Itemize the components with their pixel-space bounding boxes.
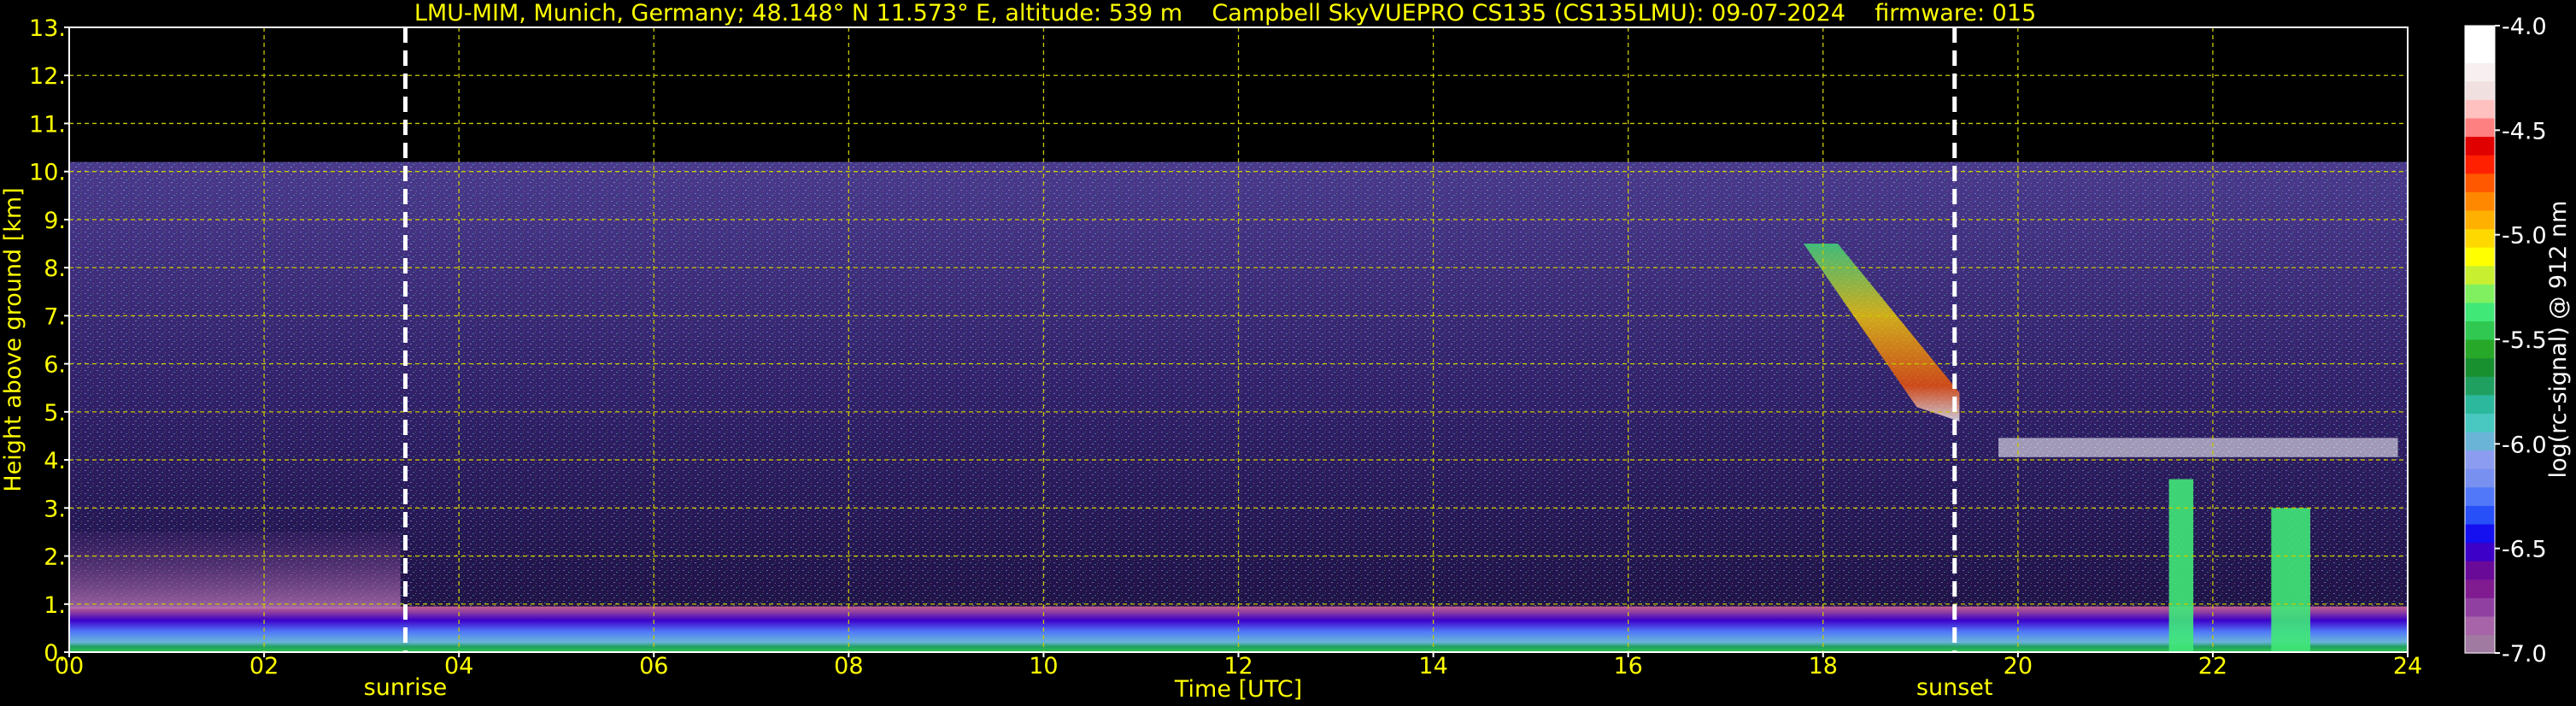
colorbar-tick-label: -6.5 [2502,537,2547,563]
colorbar-swatch [2465,486,2495,506]
colorbar-swatch [2465,302,2495,322]
colorbar-swatch [2465,431,2495,451]
colorbar-swatch [2465,468,2495,488]
x-tick-label: 16 [1613,653,1642,680]
colorbar-swatch [2465,26,2495,45]
colorbar-label: log(rc-signal) @ 912 nm [2545,201,2572,479]
x-tick-label: 22 [2198,653,2227,680]
y-axis-label: Height above ground [km] [0,187,26,491]
y-tick-label: 13. [29,15,66,42]
y-tick-label: 8. [44,256,66,282]
y-tick-label: 3. [44,496,66,522]
x-tick-label: 14 [1418,653,1447,680]
colorbar-swatch [2465,62,2495,82]
colorbar-swatch [2465,597,2495,617]
colorbar-tick-label: -4.5 [2502,118,2547,144]
y-tick-label: 12. [29,63,66,90]
feature-4 [2168,479,2194,652]
colorbar-swatch [2465,615,2495,636]
y-tick-label: 1. [44,592,66,619]
y-tick-label: 9. [44,208,66,234]
x-tick-label: 04 [444,653,473,680]
colorbar-tick-label: -6.0 [2502,432,2547,458]
colorbar-tick-label: -4.0 [2502,14,2547,40]
colorbar-swatch [2465,505,2495,525]
y-tick-label: 2. [44,544,66,571]
colorbar-tick-label: -5.5 [2502,327,2547,354]
y-tick-label: 5. [44,400,66,427]
colorbar-swatch [2465,80,2495,100]
colorbar-swatch [2465,284,2495,303]
y-tick-label: 7. [44,303,66,330]
colorbar-swatch [2465,634,2495,654]
feature-1 [69,532,401,609]
colorbar-swatch [2465,265,2495,285]
colorbar-swatch [2465,321,2495,340]
y-tick-label: 10. [29,160,66,186]
colorbar-tick-label: -7.0 [2502,641,2547,668]
x-tick-label: 20 [2004,653,2033,680]
colorbar-swatch [2465,394,2495,414]
y-tick-label: 0. [44,640,66,667]
colorbar-swatch [2465,357,2495,377]
colorbar-swatch [2465,209,2495,230]
colorbar-swatch [2465,450,2495,469]
sunset-label: sunset [1916,674,1993,701]
colorbar-swatch [2465,247,2495,267]
x-tick-label: 24 [2393,653,2422,680]
colorbar: -4.0 -4.5 -5.0 -5.5 -6.0 -6.5 -7.0 log(rc-signa… [2464,14,2572,668]
colorbar-swatch [2465,155,2495,174]
colorbar-swatch [2465,228,2495,248]
colorbar-swatch [2465,579,2495,598]
sunrise-label: sunrise [364,674,448,701]
ceilometer-chart: sunrise sunset00 02 04 06 08 10 12 14 16 18 20 22 240… [0,14,2572,703]
x-tick-label: 18 [1809,653,1838,680]
x-tick-label: 10 [1029,653,1058,680]
x-axis-label: Time [UTC] [1174,676,1302,703]
colorbar-swatch [2465,136,2495,156]
colorbar-swatch [2465,44,2495,63]
colorbar-swatch [2465,339,2495,359]
colorbar-swatch [2465,376,2495,396]
y-tick-label: 6. [44,352,66,379]
colorbar-swatch [2465,542,2495,562]
colorbar-swatch [2465,99,2495,119]
y-tick-label: 4. [44,448,66,474]
y-tick-label: 11. [29,111,66,138]
colorbar-swatch [2465,523,2495,544]
colorbar-swatch [2465,173,2495,192]
x-tick-label: 02 [249,653,279,680]
colorbar-swatch [2465,561,2495,580]
x-tick-label: 06 [639,653,668,680]
colorbar-swatch [2465,413,2495,432]
feature-5 [2271,508,2310,652]
colorbar-swatch [2465,191,2495,211]
colorbar-tick-label: -5.0 [2502,223,2547,250]
x-tick-label: 08 [834,653,863,680]
colorbar-swatch [2465,117,2495,138]
feature-2 [1998,438,2398,457]
